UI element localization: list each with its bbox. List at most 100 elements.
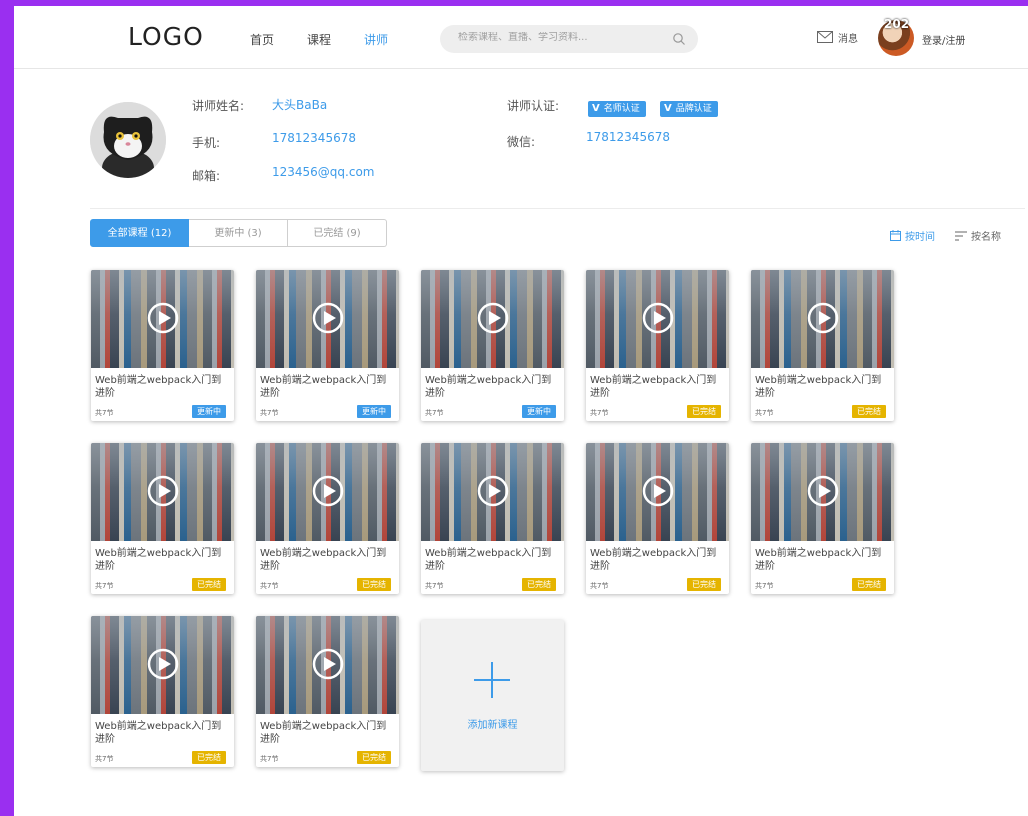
- status-badge: 已完结: [687, 405, 721, 418]
- status-badge: 已完结: [192, 751, 226, 764]
- phone-value: 17812345678: [272, 131, 356, 145]
- play-icon[interactable]: [312, 302, 344, 334]
- lesson-count: 共7节: [590, 582, 609, 590]
- nav-courses[interactable]: 课程: [307, 31, 331, 48]
- course-title: Web前端之webpack入门到进阶: [425, 375, 552, 399]
- status-badge: 更新中: [357, 405, 391, 418]
- course-card[interactable]: Web前端之webpack入门到进阶 共7节 更新中: [256, 270, 399, 421]
- course-card[interactable]: Web前端之webpack入门到进阶 共7节 已完结: [91, 443, 234, 594]
- status-badge: 更新中: [522, 405, 556, 418]
- play-icon[interactable]: [642, 302, 674, 334]
- messages-label: 消息: [838, 33, 858, 45]
- lesson-count: 共7节: [95, 409, 114, 417]
- course-card[interactable]: Web前端之webpack入门到进阶 共7节 已完结: [586, 270, 729, 421]
- play-icon[interactable]: [477, 302, 509, 334]
- play-icon[interactable]: [312, 648, 344, 680]
- status-badge: 已完结: [192, 578, 226, 591]
- course-card[interactable]: Web前端之webpack入门到进阶 共7节 更新中: [91, 270, 234, 421]
- course-card[interactable]: Web前端之webpack入门到进阶 共7节 已完结: [751, 443, 894, 594]
- course-card[interactable]: Web前端之webpack入门到进阶 共7节 已完结: [256, 616, 399, 767]
- course-title: Web前端之webpack入门到进阶: [260, 548, 387, 572]
- course-card[interactable]: Web前端之webpack入门到进阶 共7节 已完结: [586, 443, 729, 594]
- mail-icon: [817, 31, 833, 43]
- cert-badge-label: 品牌认证: [675, 104, 712, 114]
- lesson-count: 共7节: [95, 755, 114, 763]
- status-badge: 已完结: [852, 578, 886, 591]
- status-badge: 已完结: [852, 405, 886, 418]
- play-icon[interactable]: [312, 475, 344, 507]
- play-icon[interactable]: [147, 302, 179, 334]
- course-title: Web前端之webpack入门到进阶: [590, 375, 717, 399]
- teacher-avatar: [90, 102, 166, 178]
- cert-badge-label: 名师认证: [603, 104, 640, 114]
- lesson-count: 共7节: [260, 755, 279, 763]
- sort-by-name[interactable]: 按名称: [955, 228, 1001, 243]
- lesson-count: 共7节: [425, 409, 444, 417]
- plus-icon: [474, 662, 510, 698]
- course-card[interactable]: Web前端之webpack入门到进阶 共7节 更新中: [421, 270, 564, 421]
- play-icon[interactable]: [147, 475, 179, 507]
- search-input[interactable]: [458, 32, 658, 43]
- messages-button[interactable]: 消息: [817, 29, 858, 45]
- course-title: Web前端之webpack入门到进阶: [755, 375, 882, 399]
- teacher-name: 大头BaBa: [272, 98, 328, 112]
- status-badge: 已完结: [522, 578, 556, 591]
- course-card[interactable]: Web前端之webpack入门到进阶 共7节 已完结: [256, 443, 399, 594]
- email-value: 123456@qq.com: [272, 165, 375, 179]
- play-icon[interactable]: [147, 648, 179, 680]
- lesson-count: 共7节: [95, 582, 114, 590]
- course-title: Web前端之webpack入门到进阶: [95, 721, 222, 745]
- course-filter-tabs: 全部课程 (12) 更新中 (3) 已完结 (9): [90, 219, 387, 247]
- user-avatar[interactable]: 202: [878, 17, 914, 56]
- play-icon[interactable]: [807, 302, 839, 334]
- status-badge: 已完结: [357, 578, 391, 591]
- course-title: Web前端之webpack入门到进阶: [260, 375, 387, 399]
- nav-teachers[interactable]: 讲师: [364, 31, 388, 48]
- sort-lines-icon: [955, 231, 967, 240]
- sort-by-time-label: 按时间: [905, 232, 935, 243]
- play-icon[interactable]: [477, 475, 509, 507]
- tab-updating[interactable]: 更新中 (3): [189, 219, 288, 247]
- logo[interactable]: LOGO: [128, 22, 204, 51]
- play-icon[interactable]: [642, 475, 674, 507]
- course-card[interactable]: Web前端之webpack入门到进阶 共7节 已完结: [421, 443, 564, 594]
- cat-avatar-image: [90, 102, 166, 178]
- status-badge: 已完结: [687, 578, 721, 591]
- sort-by-name-label: 按名称: [971, 232, 1001, 243]
- status-badge: 更新中: [192, 405, 226, 418]
- calendar-icon: [890, 230, 901, 241]
- tab-all-courses[interactable]: 全部课程 (12): [90, 219, 189, 247]
- course-title: Web前端之webpack入门到进阶: [95, 375, 222, 399]
- status-badge: 已完结: [357, 751, 391, 764]
- certification-label: 讲师认证:: [507, 99, 560, 113]
- play-icon[interactable]: [807, 475, 839, 507]
- email-label: 邮箱:: [192, 169, 221, 183]
- lesson-count: 共7节: [425, 582, 444, 590]
- course-title: Web前端之webpack入门到进阶: [425, 548, 552, 572]
- avatar-badge-text: 202: [884, 17, 910, 31]
- login-register-link[interactable]: 登录/注册: [922, 32, 965, 47]
- add-course-card[interactable]: 添加新课程: [421, 620, 564, 771]
- cert-badge-famous-teacher: V 名师认证: [588, 101, 646, 117]
- page-frame: LOGO 首页 课程 讲师 消息 202 登录/注册: [14, 6, 1028, 816]
- sort-by-time[interactable]: 按时间: [890, 228, 935, 243]
- lesson-count: 共7节: [260, 582, 279, 590]
- lesson-count: 共7节: [755, 582, 774, 590]
- top-navigation-bar: LOGO 首页 课程 讲师 消息 202 登录/注册: [14, 6, 1028, 69]
- section-divider: [90, 208, 1025, 209]
- course-title: Web前端之webpack入门到进阶: [95, 548, 222, 572]
- search-box[interactable]: [440, 25, 698, 53]
- wechat-label: 微信:: [507, 135, 536, 149]
- nav-home[interactable]: 首页: [250, 31, 274, 48]
- course-card[interactable]: Web前端之webpack入门到进阶 共7节 已完结: [91, 616, 234, 767]
- add-course-label: 添加新课程: [467, 720, 518, 731]
- search-icon[interactable]: [672, 32, 686, 46]
- lesson-count: 共7节: [755, 409, 774, 417]
- cert-badge-brand: V 品牌认证: [660, 101, 718, 117]
- tab-completed[interactable]: 已完结 (9): [288, 219, 387, 247]
- course-card[interactable]: Web前端之webpack入门到进阶 共7节 已完结: [751, 270, 894, 421]
- course-title: Web前端之webpack入门到进阶: [590, 548, 717, 572]
- lesson-count: 共7节: [590, 409, 609, 417]
- course-title: Web前端之webpack入门到进阶: [755, 548, 882, 572]
- course-title: Web前端之webpack入门到进阶: [260, 721, 387, 745]
